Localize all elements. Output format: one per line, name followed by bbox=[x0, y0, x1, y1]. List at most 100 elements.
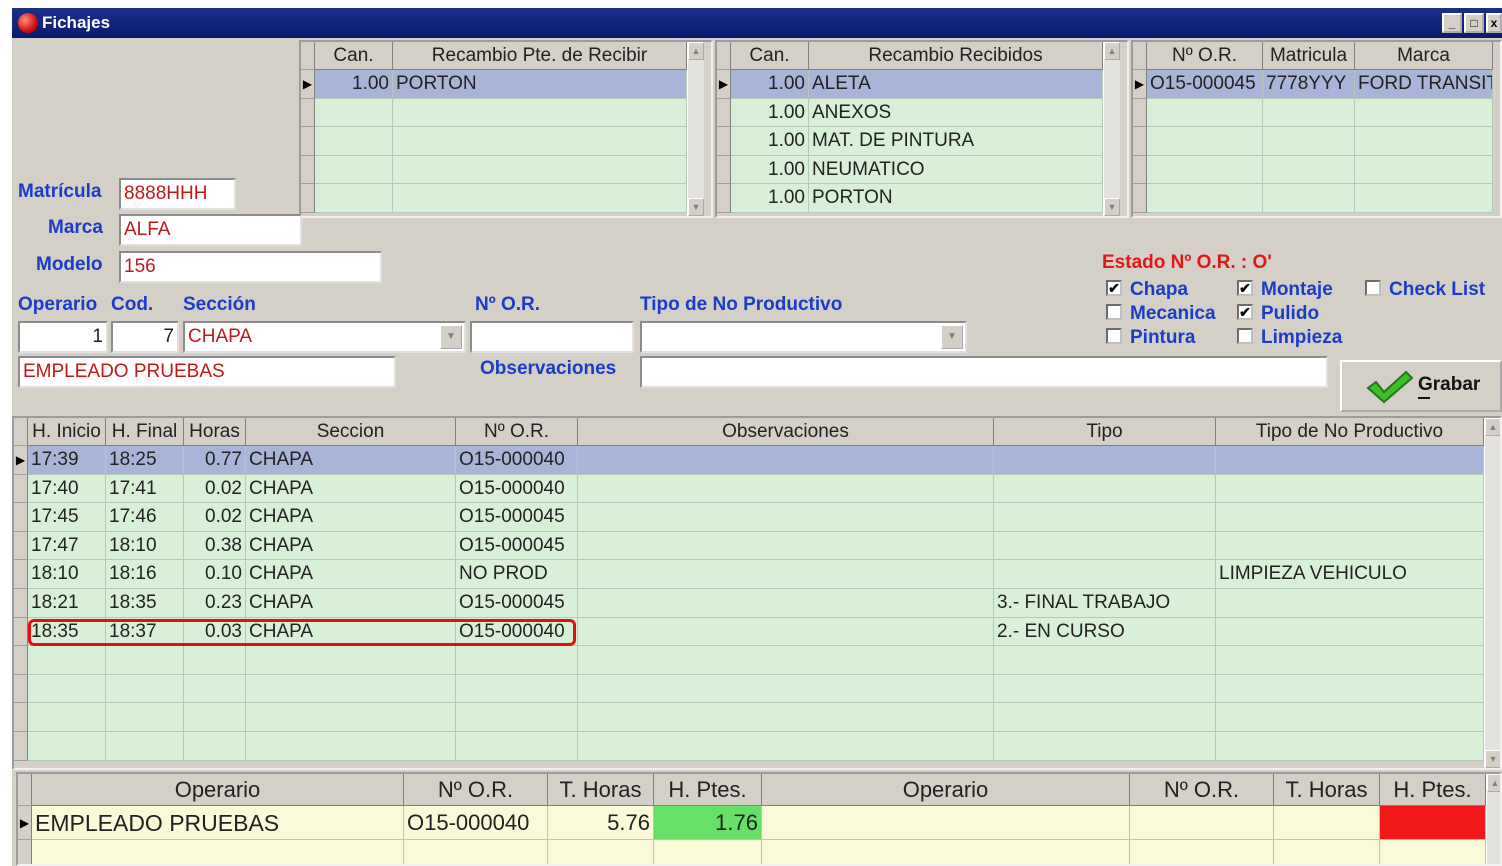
grabar-button[interactable]: Grabar bbox=[1340, 360, 1502, 412]
column-header[interactable]: Tipo de No Productivo bbox=[1216, 418, 1484, 446]
marca-field[interactable]: ALFA bbox=[119, 214, 302, 246]
pulido-checkbox[interactable]: ✔ bbox=[1237, 304, 1253, 320]
column-header[interactable]: Can. bbox=[315, 42, 393, 70]
empty-cell[interactable] bbox=[994, 646, 1216, 675]
fichaje-cell[interactable]: 18:25 bbox=[106, 446, 184, 475]
empty-cell[interactable] bbox=[994, 674, 1216, 704]
grid-cell[interactable] bbox=[762, 806, 1130, 840]
empty-cell[interactable] bbox=[106, 703, 184, 732]
column-header[interactable]: H. Inicio bbox=[28, 418, 106, 446]
fichaje-cell[interactable]: 0.77 bbox=[184, 446, 246, 475]
empty-cell[interactable] bbox=[106, 674, 184, 704]
fichaje-cell[interactable]: 3.- FINAL TRABAJO bbox=[994, 589, 1216, 618]
pending-parts-grid[interactable]: Can. Recambio Pte. de Recibir ▶ 1.00 POR… bbox=[299, 40, 713, 218]
empty-cell[interactable] bbox=[246, 646, 456, 675]
fichaje-cell[interactable]: CHAPA bbox=[246, 474, 456, 504]
fichaje-cell[interactable]: 17:41 bbox=[106, 474, 184, 504]
empty-cell[interactable] bbox=[184, 646, 246, 675]
fichaje-cell[interactable]: 0.38 bbox=[184, 531, 246, 561]
column-header[interactable]: Nº O.R. bbox=[1147, 42, 1263, 70]
empty-cell[interactable] bbox=[578, 674, 994, 704]
fichaje-cell[interactable]: 0.02 bbox=[184, 474, 246, 504]
vertical-scrollbar[interactable]: ▲ ▼ bbox=[1484, 418, 1500, 768]
nor-field[interactable] bbox=[470, 321, 634, 353]
fichaje-cell[interactable]: 18:16 bbox=[106, 560, 184, 589]
grid-cell[interactable] bbox=[1130, 806, 1274, 840]
grid-cell[interactable]: PORTON bbox=[393, 70, 687, 99]
column-header[interactable]: Matricula bbox=[1263, 42, 1355, 70]
fichaje-cell[interactable] bbox=[1216, 446, 1484, 475]
fichaje-cell[interactable]: 17:45 bbox=[28, 503, 106, 532]
fichaje-cell[interactable] bbox=[994, 560, 1216, 589]
empleado-field[interactable]: EMPLEADO PRUEBAS bbox=[18, 356, 396, 388]
column-header[interactable]: Nº O.R. bbox=[404, 774, 548, 806]
fichaje-cell[interactable]: CHAPA bbox=[246, 589, 456, 618]
empty-cell[interactable] bbox=[184, 732, 246, 761]
fichaje-cell[interactable] bbox=[578, 531, 994, 561]
fichaje-cell[interactable] bbox=[578, 560, 994, 589]
fichaje-cell[interactable]: 18:10 bbox=[106, 531, 184, 561]
column-header[interactable]: T. Horas bbox=[548, 774, 654, 806]
empty-cell[interactable] bbox=[456, 674, 578, 704]
pending-hours-cell[interactable] bbox=[1380, 806, 1486, 840]
empty-cell[interactable] bbox=[106, 732, 184, 761]
minimize-button[interactable]: _ bbox=[1442, 13, 1462, 33]
fichaje-cell[interactable]: CHAPA bbox=[246, 560, 456, 589]
empty-cell[interactable] bbox=[28, 703, 106, 732]
empty-cell[interactable] bbox=[994, 732, 1216, 761]
empty-cell[interactable] bbox=[184, 703, 246, 732]
empty-cell[interactable] bbox=[28, 674, 106, 704]
column-header[interactable]: Nº O.R. bbox=[456, 418, 578, 446]
montaje-checkbox[interactable]: ✔ bbox=[1237, 280, 1253, 296]
fichaje-cell[interactable] bbox=[578, 503, 994, 532]
pending-hours-cell[interactable]: 1.76 bbox=[654, 806, 762, 840]
scroll-up-icon[interactable]: ▲ bbox=[1485, 418, 1500, 436]
fichaje-cell[interactable] bbox=[578, 474, 994, 504]
scroll-down-icon[interactable]: ▼ bbox=[1485, 750, 1500, 768]
column-header[interactable]: H. Ptes. bbox=[654, 774, 762, 806]
limpieza-checkbox[interactable] bbox=[1237, 328, 1253, 344]
summary-grid[interactable]: Operario Nº O.R. T. Horas H. Ptes. Opera… bbox=[16, 772, 1502, 866]
fichaje-cell[interactable]: CHAPA bbox=[246, 446, 456, 475]
fichaje-cell[interactable]: 0.10 bbox=[184, 560, 246, 589]
matricula-field[interactable]: 8888HHH bbox=[119, 178, 236, 210]
grid-cell[interactable]: ALETA bbox=[809, 70, 1103, 99]
grid-cell[interactable]: EMPLEADO PRUEBAS bbox=[32, 806, 404, 840]
chevron-down-icon[interactable]: ▼ bbox=[941, 325, 963, 349]
grid-cell[interactable]: 1.00 bbox=[731, 184, 809, 213]
modelo-field[interactable]: 156 bbox=[119, 251, 382, 283]
maximize-button[interactable]: □ bbox=[1464, 13, 1484, 33]
fichaje-cell[interactable]: O15-000045 bbox=[456, 531, 578, 561]
empty-cell[interactable] bbox=[184, 674, 246, 704]
empty-cell[interactable] bbox=[106, 646, 184, 675]
grid-cell[interactable]: 1.00 bbox=[731, 70, 809, 99]
fichaje-cell[interactable] bbox=[1216, 531, 1484, 561]
empty-cell[interactable] bbox=[246, 732, 456, 761]
fichaje-cell[interactable] bbox=[578, 617, 994, 647]
empty-cell[interactable] bbox=[1216, 732, 1484, 761]
grid-cell[interactable]: MAT. DE PINTURA bbox=[809, 127, 1103, 156]
vertical-scrollbar[interactable]: ▲ ▼ bbox=[1103, 42, 1120, 216]
close-button[interactable]: x bbox=[1486, 13, 1502, 33]
fichaje-cell[interactable]: O15-000045 bbox=[456, 589, 578, 618]
chapa-checkbox[interactable]: ✔ bbox=[1106, 280, 1122, 296]
fichaje-cell[interactable] bbox=[994, 503, 1216, 532]
empty-cell[interactable] bbox=[1216, 703, 1484, 732]
fichaje-cell[interactable]: CHAPA bbox=[246, 531, 456, 561]
fichaje-cell[interactable]: O15-000045 bbox=[456, 503, 578, 532]
fichaje-cell[interactable]: 17:40 bbox=[28, 474, 106, 504]
grid-cell[interactable]: PORTON bbox=[809, 184, 1103, 213]
received-parts-grid[interactable]: Can. Recambio Recibidos ▶ 1.00 ALETA 1.0… bbox=[715, 40, 1129, 218]
fichaje-cell[interactable]: 18:35 bbox=[106, 589, 184, 618]
fichaje-cell[interactable]: 0.23 bbox=[184, 589, 246, 618]
empty-cell[interactable] bbox=[1216, 674, 1484, 704]
grid-cell[interactable] bbox=[1274, 806, 1380, 840]
grid-cell[interactable]: 1.00 bbox=[731, 98, 809, 127]
empty-cell[interactable] bbox=[456, 703, 578, 732]
column-header[interactable]: Marca bbox=[1355, 42, 1493, 70]
fichaje-cell[interactable] bbox=[578, 589, 994, 618]
chevron-down-icon[interactable]: ▼ bbox=[440, 325, 462, 349]
cod-field[interactable]: 7 bbox=[111, 321, 179, 353]
fichaje-cell[interactable]: NO PROD bbox=[456, 560, 578, 589]
grid-cell[interactable]: O15-000045 bbox=[1147, 70, 1263, 99]
